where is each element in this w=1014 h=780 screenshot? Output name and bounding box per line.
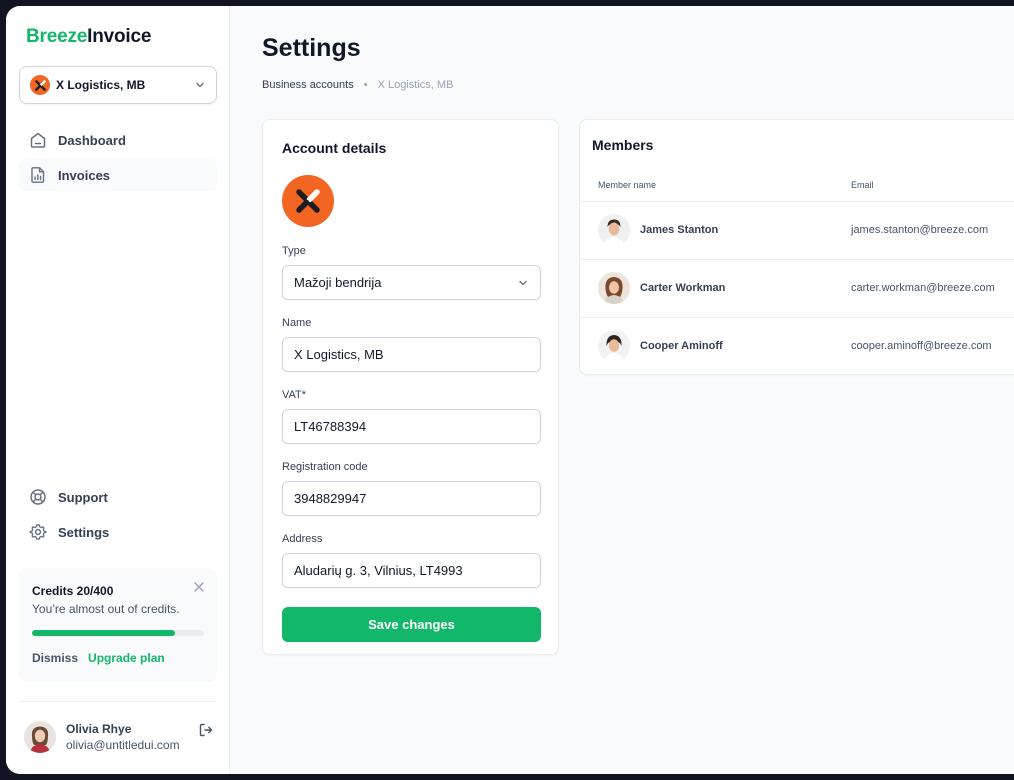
lifebuoy-icon [30, 489, 46, 505]
invoice-chart-icon [31, 167, 45, 183]
vat-label: VAT* [282, 389, 307, 401]
avatar [598, 330, 630, 362]
member-email: cooper.aminoff@breeze.com [851, 340, 992, 352]
address-field[interactable]: Aludarių g. 3, Vilnius, LT4993 [282, 553, 541, 588]
member-name: Cooper Aminoff [640, 340, 723, 352]
page-title: Settings [262, 34, 361, 62]
brand-logo[interactable]: BreezeInvoice [26, 26, 151, 48]
members-card: Members Member name Email James Stanton … [579, 119, 1014, 375]
nav-item-support[interactable]: Support [19, 481, 217, 513]
credits-notice: Credits 20/400 You’re almost out of cred… [19, 568, 217, 682]
gear-icon [29, 524, 47, 540]
member-email: carter.workman@breeze.com [851, 282, 995, 294]
type-label: Type [282, 245, 306, 257]
brand-logo-part1: Breeze [26, 26, 88, 47]
vat-field-value: LT46788394 [294, 419, 367, 434]
member-name: Carter Workman [640, 282, 726, 294]
x-logo-icon [30, 75, 50, 95]
table-row[interactable]: Carter Workman carter.workman@breeze.com [580, 259, 1014, 317]
chevron-down-icon [196, 82, 204, 88]
user-name: Olivia Rhye [66, 722, 132, 736]
vat-field[interactable]: LT46788394 [282, 409, 541, 444]
app-window: BreezeInvoice X Logistics, MB Dashboard … [6, 6, 1014, 774]
company-logo[interactable] [282, 175, 334, 227]
nav-item-dashboard[interactable]: Dashboard [19, 124, 217, 156]
organization-name: X Logistics, MB [56, 78, 146, 92]
column-header-member-name[interactable]: Member name [598, 180, 656, 190]
member-name: James Stanton [640, 224, 719, 236]
name-field-value: X Logistics, MB [294, 347, 384, 362]
name-label: Name [282, 317, 312, 329]
organization-selector[interactable]: X Logistics, MB [19, 66, 217, 104]
home-icon [30, 132, 46, 148]
chevron-down-icon [519, 280, 527, 285]
breadcrumb-item[interactable]: Business accounts [262, 79, 354, 91]
nav-item-settings[interactable]: Settings [19, 516, 217, 548]
registration-code-field[interactable]: 3948829947 [282, 481, 541, 516]
user-email: olivia@untitledui.com [66, 738, 180, 752]
address-field-value: Aludarių g. 3, Vilnius, LT4993 [294, 563, 463, 578]
nav-item-label: Support [58, 489, 108, 505]
registration-code-value: 3948829947 [294, 491, 367, 506]
account-details-card: Account details Type Mažoji bendrija Nam… [262, 119, 559, 655]
x-logo-icon [296, 189, 320, 213]
nav-item-invoices[interactable]: Invoices [19, 159, 217, 191]
credits-progress-fill [32, 630, 175, 636]
avatar [598, 272, 630, 304]
type-select[interactable]: Mažoji bendrija [282, 265, 541, 300]
account-details-title: Account details [282, 140, 387, 156]
table-row[interactable]: Cooper Aminoff cooper.aminoff@breeze.com [580, 317, 1014, 375]
credits-message: You’re almost out of credits. [32, 602, 180, 616]
members-title: Members [592, 137, 654, 153]
upgrade-plan-button[interactable]: Upgrade plan [88, 651, 165, 665]
avatar [598, 214, 630, 246]
credits-progress-bar [32, 630, 204, 636]
address-label: Address [282, 533, 323, 545]
breadcrumb-separator: • [363, 79, 368, 91]
credits-title: Credits 20/400 [32, 584, 114, 598]
sidebar: BreezeInvoice X Logistics, MB Dashboard … [6, 6, 230, 774]
close-icon[interactable] [193, 581, 205, 593]
nav-item-label: Invoices [58, 167, 111, 183]
user-profile: Olivia Rhye olivia@untitledui.com [24, 720, 214, 754]
nav-item-label: Dashboard [58, 132, 126, 148]
member-email: james.stanton@breeze.com [851, 224, 989, 236]
column-header-email[interactable]: Email [851, 180, 874, 190]
brand-logo-part2: Invoice [87, 26, 152, 47]
dismiss-button[interactable]: Dismiss [32, 651, 78, 665]
name-field[interactable]: X Logistics, MB [282, 337, 541, 372]
type-select-value: Mažoji bendrija [294, 275, 382, 290]
save-changes-button[interactable]: Save changes [282, 607, 541, 642]
table-row[interactable]: James Stanton james.stanton@breeze.com [580, 201, 1014, 259]
avatar[interactable] [24, 721, 56, 753]
logout-icon[interactable] [198, 722, 214, 738]
breadcrumb-item: X Logistics, MB [377, 79, 454, 91]
registration-code-label: Registration code [282, 461, 368, 473]
breadcrumb: Business accounts • X Logistics, MB [262, 79, 453, 91]
nav-item-label: Settings [58, 524, 110, 540]
sidebar-divider [19, 701, 217, 702]
